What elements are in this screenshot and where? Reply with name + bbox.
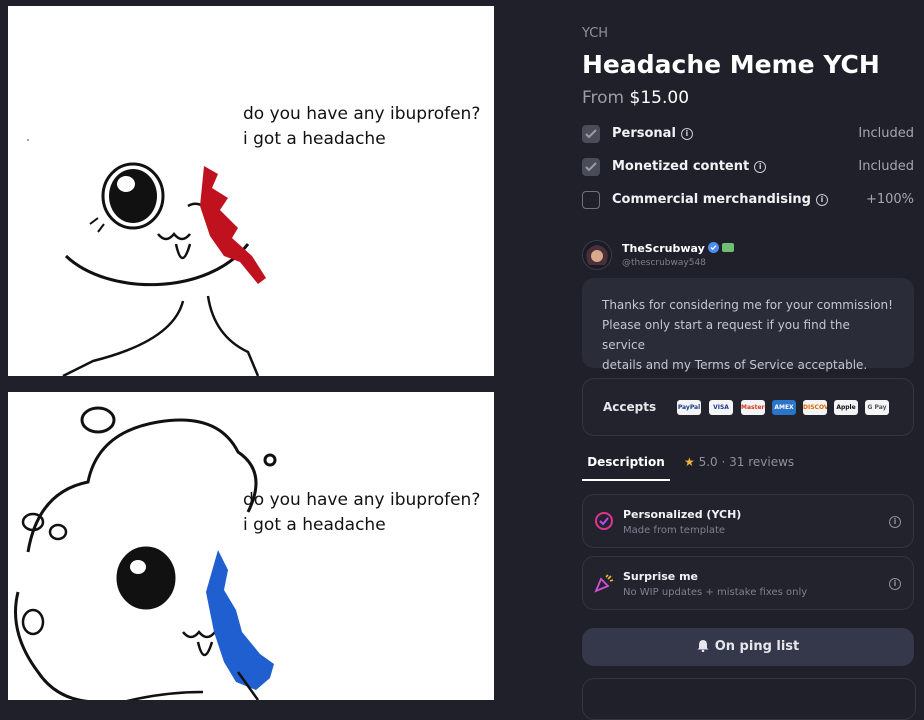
character-illustration-bottom (14, 406, 277, 700)
star-icon: ★ (684, 455, 695, 469)
breadcrumb[interactable]: YCH (582, 26, 608, 41)
apple-pay-icon: Apple Pay (834, 400, 858, 415)
product-details: YCH Headache Meme YCH From $15.00 Person… (582, 0, 916, 720)
seller-message: Thanks for considering me for your commi… (582, 278, 914, 372)
option-label: Monetized content i (612, 159, 767, 174)
option-value: Included (858, 159, 914, 174)
checkmark-icon (585, 162, 597, 172)
price: From $15.00 (582, 88, 689, 108)
option-value: +100% (865, 192, 914, 207)
avatar[interactable] (582, 240, 612, 270)
character-illustration-top (27, 139, 266, 376)
payment-methods-card: Accepts PayPal VISA Mastercard AMEX DISC… (582, 378, 914, 436)
option-personal[interactable]: Personal i Included (582, 125, 914, 147)
party-popper-icon (594, 574, 614, 593)
seller-name[interactable]: TheScrubway (622, 242, 734, 255)
feature-subtitle: No WIP updates + mistake fixes only (623, 587, 808, 598)
visa-icon: VISA (709, 400, 733, 415)
mastercard-icon: Mastercard (741, 400, 765, 415)
option-commercial-checkbox[interactable] (582, 191, 600, 209)
google-pay-icon: G Pay (865, 400, 889, 415)
option-label: Personal i (612, 126, 693, 141)
option-value: Included (858, 126, 914, 141)
price-value: $15.00 (629, 88, 690, 108)
feature-title: Surprise me (623, 570, 699, 583)
info-icon[interactable]: i (889, 516, 901, 528)
cash-icon (721, 243, 734, 252)
artwork-preview[interactable]: do you have any ibuprofen? i got a heada… (0, 0, 500, 700)
info-icon[interactable]: i (680, 128, 693, 140)
bell-icon (697, 640, 709, 653)
amex-icon: AMEX (772, 400, 796, 415)
discover-icon: DISCOVER (803, 400, 827, 415)
option-monetized-content[interactable]: Monetized content i Included (582, 158, 914, 180)
info-icon[interactable]: i (754, 161, 767, 173)
preview-panel-bottom: do you have any ibuprofen? i got a heada… (8, 392, 494, 700)
detail-tabs: Description ★ 5.0 · 31 reviews (582, 448, 914, 481)
avatar-image (583, 241, 611, 269)
paypal-icon: PayPal (677, 400, 701, 415)
option-monetized-checkbox[interactable] (582, 158, 600, 176)
option-personal-checkbox[interactable] (582, 125, 600, 143)
feature-surprise-me[interactable]: Surprise me No WIP updates + mistake fix… (582, 556, 914, 610)
seller-handle: @thescrubway548 (622, 258, 706, 268)
preview-panel-top: do you have any ibuprofen? i got a heada… (8, 6, 494, 376)
seller-profile[interactable]: TheScrubway @thescrubway548 (582, 240, 914, 274)
price-prefix: From (582, 88, 625, 108)
tab-description[interactable]: Description (582, 448, 670, 481)
option-label: Commercial merchandising i (612, 192, 828, 207)
feature-title: Personalized (YCH) (623, 508, 742, 521)
page-title: Headache Meme YCH (582, 50, 880, 79)
ping-list-button[interactable]: On ping list (582, 628, 914, 666)
meme-caption-bottom: do you have any ibuprofen? i got a heada… (243, 490, 481, 535)
info-icon[interactable]: i (816, 194, 828, 206)
option-commercial-merchandising[interactable]: Commercial merchandising i +100% (582, 191, 914, 213)
checkmark-icon (585, 129, 597, 139)
verified-badge-icon (707, 242, 719, 253)
feature-personalized[interactable]: Personalized (YCH) Made from template i (582, 494, 914, 548)
meme-caption-top: do you have any ibuprofen? i got a heada… (243, 104, 481, 149)
tab-reviews[interactable]: ★ 5.0 · 31 reviews (684, 448, 794, 479)
info-icon[interactable]: i (889, 578, 901, 590)
personalized-icon (595, 512, 613, 530)
accepts-label: Accepts (603, 400, 657, 414)
feature-subtitle: Made from template (623, 525, 726, 536)
next-card (582, 678, 916, 720)
